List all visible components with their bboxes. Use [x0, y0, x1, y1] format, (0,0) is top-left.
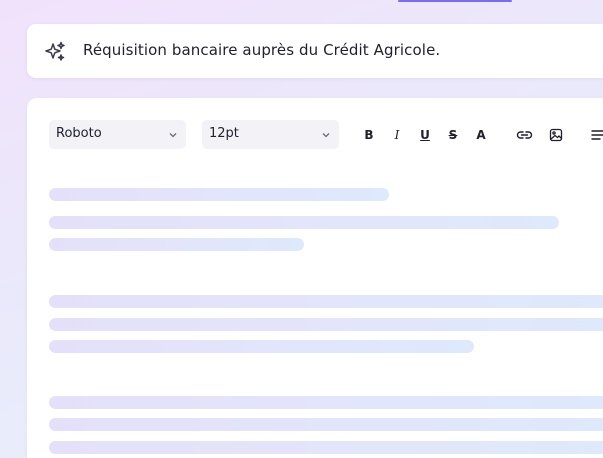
skeleton-line — [49, 216, 559, 229]
skeleton-line — [49, 441, 603, 454]
strikethrough-button[interactable]: S — [444, 126, 462, 144]
skeleton-line — [49, 318, 603, 331]
italic-button[interactable]: I — [388, 126, 406, 144]
top-accent-bar — [398, 0, 512, 2]
editor-card[interactable]: Roboto 12pt B I U S A — [27, 98, 603, 458]
image-button[interactable] — [547, 126, 565, 144]
skeleton-line — [49, 238, 304, 251]
align-button[interactable] — [589, 126, 603, 144]
chevron-down-icon — [169, 133, 177, 138]
align-icon — [591, 130, 603, 140]
prompt-card[interactable]: Réquisition bancaire auprès du Crédit Ag… — [27, 24, 603, 78]
sparkle-icon — [45, 41, 65, 61]
skeleton-line — [49, 418, 603, 431]
skeleton-line — [49, 396, 603, 409]
font-family-value: Roboto — [56, 126, 102, 141]
link-button[interactable] — [515, 126, 533, 144]
skeleton-line — [49, 188, 389, 201]
image-icon — [549, 128, 563, 142]
link-icon — [516, 131, 532, 139]
font-size-select[interactable]: 12pt — [202, 120, 339, 149]
prompt-text: Réquisition bancaire auprès du Crédit Ag… — [83, 41, 441, 59]
underline-button[interactable]: U — [416, 126, 434, 144]
skeleton-line — [49, 340, 474, 353]
font-size-value: 12pt — [209, 126, 239, 141]
font-family-select[interactable]: Roboto — [49, 120, 186, 149]
chevron-down-icon — [322, 133, 330, 138]
skeleton-line — [49, 295, 603, 308]
text-color-button[interactable]: A — [472, 126, 490, 144]
bold-button[interactable]: B — [360, 126, 378, 144]
